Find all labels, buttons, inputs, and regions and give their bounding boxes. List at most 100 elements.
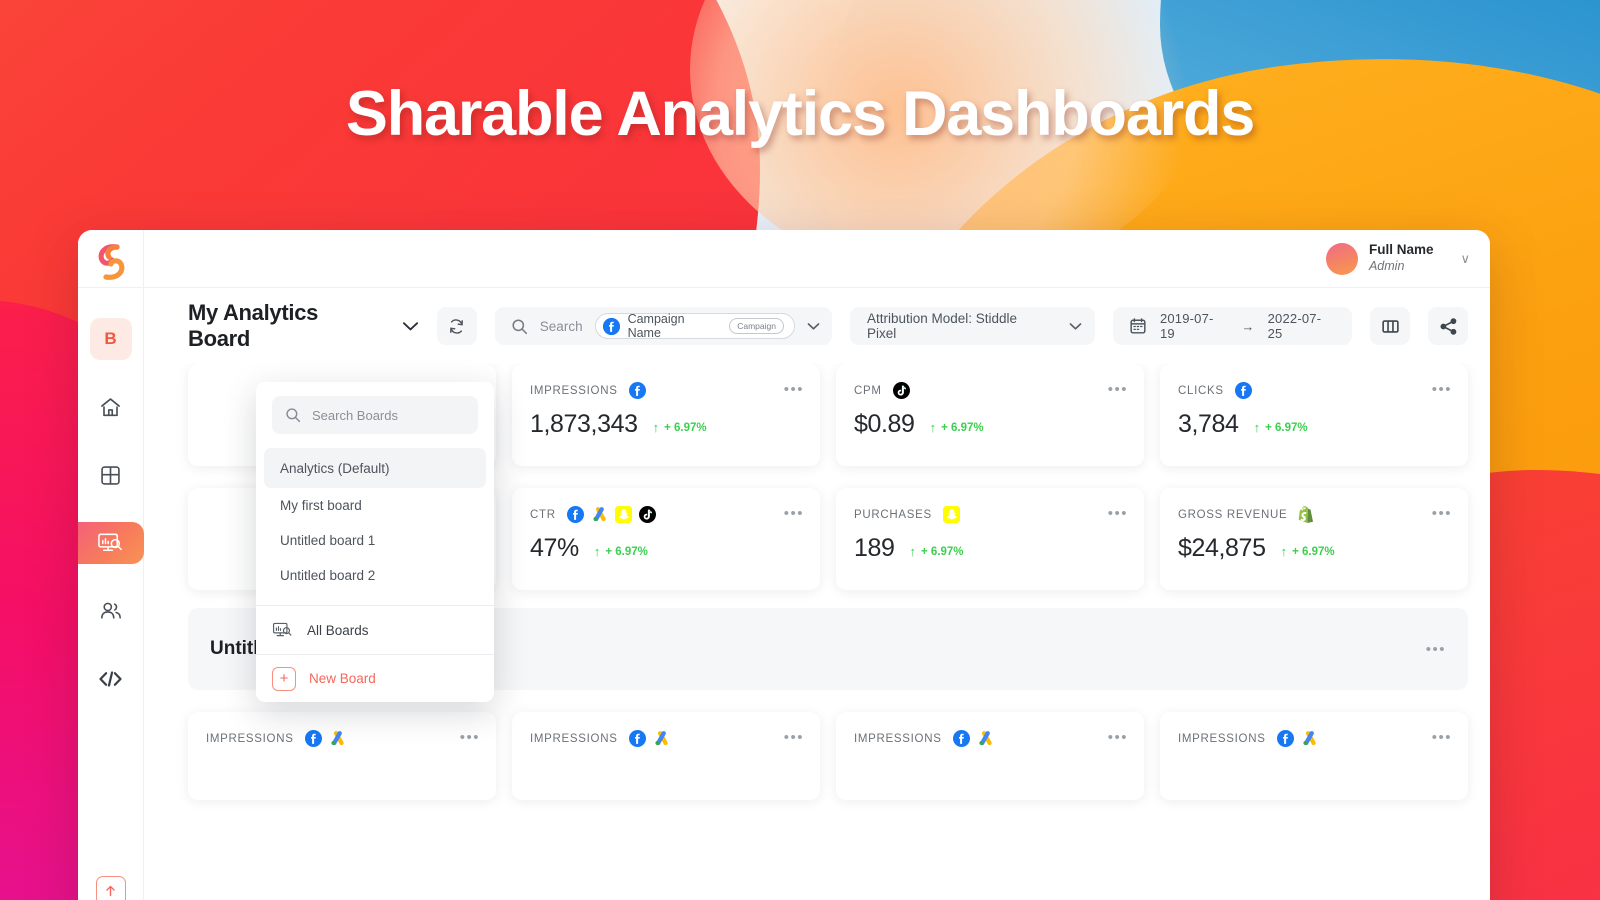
trend-up-arrow-icon: ↑ xyxy=(593,544,601,559)
sidebar-item-analytics[interactable] xyxy=(78,522,144,564)
app-window: B Full Name Admin ∨ My Analytics Board S… xyxy=(78,230,1490,900)
facebook-icon xyxy=(1234,382,1252,399)
kpi-header: IMPRESSIONS xyxy=(530,382,802,399)
board-search-field[interactable]: Search Boards xyxy=(272,396,478,434)
refresh-icon xyxy=(450,318,464,334)
kpi-header: GROSS REVENUE xyxy=(1178,506,1450,523)
chevron-down-icon[interactable]: ∨ xyxy=(1460,251,1470,267)
kpi-label: GROSS REVENUE xyxy=(1178,508,1288,521)
kpi-value: 189 xyxy=(854,534,895,562)
board-title-selector[interactable]: My Analytics Board xyxy=(188,300,419,352)
tiktok-icon xyxy=(638,506,656,523)
kpi-label: IMPRESSIONS xyxy=(206,732,294,745)
sidebar-item-boards[interactable] xyxy=(90,454,132,496)
kpi-platform-icons xyxy=(1276,730,1318,747)
kpi-options-button[interactable]: ••• xyxy=(1108,382,1128,397)
kpi-card[interactable]: IMPRESSIONS ••• xyxy=(836,712,1144,800)
snapchat-icon xyxy=(942,506,960,523)
kpi-platform-icons xyxy=(304,730,346,747)
kpi-delta: ↑ + 6.97% xyxy=(929,420,984,435)
kpi-options-button[interactable]: ••• xyxy=(1432,506,1452,521)
dropdown-item-board[interactable]: Untitled board 2 xyxy=(264,558,486,593)
dropdown-item-board[interactable]: Untitled board 1 xyxy=(264,523,486,558)
kpi-header: IMPRESSIONS xyxy=(1178,730,1450,747)
sidebar-item-workspace-badge[interactable]: B xyxy=(89,318,132,360)
kpi-card[interactable]: IMPRESSIONS 1,873,343 ↑ + 6.97% ••• xyxy=(512,364,820,466)
dropdown-item-selected[interactable]: Analytics (Default) xyxy=(264,448,486,488)
sidebar-item-developers[interactable] xyxy=(90,658,132,700)
kpi-delta: ↑ + 6.97% xyxy=(652,420,707,435)
chevron-down-icon[interactable] xyxy=(402,321,419,332)
kpi-platform-icons xyxy=(892,382,910,399)
kpi-options-button[interactable]: ••• xyxy=(1108,506,1128,521)
kpi-card[interactable]: CTR 47% ↑ + 6.97% ••• xyxy=(512,488,820,590)
kpi-header: IMPRESSIONS xyxy=(854,730,1126,747)
kpi-options-button[interactable]: ••• xyxy=(784,730,804,745)
trend-up-arrow-icon: ↑ xyxy=(929,420,937,435)
search-icon xyxy=(512,318,527,334)
all-boards-label: All Boards xyxy=(307,622,369,638)
facebook-icon xyxy=(952,730,970,747)
trend-up-arrow-icon: ↑ xyxy=(1253,420,1261,435)
kpi-options-button[interactable]: ••• xyxy=(784,506,804,521)
kpi-header: IMPRESSIONS xyxy=(206,730,478,747)
search-filter-group[interactable]: Search Campaign Name Campaign xyxy=(494,307,832,345)
filter-chevron-down-icon[interactable] xyxy=(807,322,820,331)
facebook-icon xyxy=(602,317,620,335)
user-menu[interactable]: Full Name Admin ∨ xyxy=(1325,242,1470,275)
user-name: Full Name xyxy=(1368,242,1434,258)
kpi-card[interactable]: IMPRESSIONS ••• xyxy=(1160,712,1468,800)
shopify-icon xyxy=(1299,506,1314,523)
facebook-icon xyxy=(304,730,322,747)
kpi-card[interactable]: IMPRESSIONS ••• xyxy=(512,712,820,800)
page-title: My Analytics Board xyxy=(188,300,319,351)
search-icon xyxy=(286,408,301,423)
kpi-platform-icons xyxy=(628,730,670,747)
kpi-label: IMPRESSIONS xyxy=(1178,732,1266,745)
kpi-card[interactable]: CPM $0.89 ↑ + 6.97% ••• xyxy=(836,364,1144,466)
kpi-label: IMPRESSIONS xyxy=(530,384,618,397)
kpi-value: $0.89 xyxy=(854,410,915,438)
sidebar-item-home[interactable] xyxy=(90,386,132,428)
sidebar-item-upload[interactable] xyxy=(90,870,132,900)
kpi-platform-icons xyxy=(1298,506,1315,523)
kpi-platform-icons xyxy=(942,506,960,523)
board-toolbar: My Analytics Board Search Campaign Name … xyxy=(144,288,1490,364)
kpi-header: CLICKS xyxy=(1178,382,1450,399)
refresh-button[interactable] xyxy=(436,307,477,345)
date-arrow-icon: → xyxy=(1241,318,1255,334)
grid-layout-icon xyxy=(101,465,120,485)
kpi-options-button[interactable]: ••• xyxy=(1432,382,1452,397)
kpi-header: PURCHASES xyxy=(854,506,1126,523)
attribution-model-select[interactable]: Attribution Model: Stiddle Pixel xyxy=(849,307,1095,345)
date-range-picker[interactable]: 2019-07-19 → 2022-07-25 xyxy=(1112,307,1353,345)
kpi-delta: ↑ + 6.97% xyxy=(909,544,964,559)
kpi-card[interactable]: GROSS REVENUE $24,875 ↑ + 6.97% ••• xyxy=(1160,488,1468,590)
kpi-card[interactable]: CLICKS 3,784 ↑ + 6.97% ••• xyxy=(1160,364,1468,466)
dropdown-all-boards[interactable]: All Boards xyxy=(256,606,494,654)
google-ads-icon xyxy=(330,731,344,746)
columns-button[interactable] xyxy=(1370,307,1411,345)
kpi-value: 3,784 xyxy=(1178,410,1239,438)
board-search-input[interactable]: Search Boards xyxy=(312,408,398,423)
share-button[interactable] xyxy=(1428,307,1469,345)
kpi-options-button[interactable]: ••• xyxy=(460,730,480,745)
board-selector-dropdown: Search Boards Analytics (Default) My fir… xyxy=(256,382,494,702)
section-options-button[interactable]: ••• xyxy=(1426,641,1446,658)
upload-arrow-icon xyxy=(95,876,126,900)
campaign-filter-chip[interactable]: Campaign Name Campaign xyxy=(594,312,795,340)
sidebar-item-audiences[interactable] xyxy=(90,590,132,632)
search-input[interactable]: Search xyxy=(540,319,583,334)
dropdown-new-board[interactable]: + New Board xyxy=(256,654,494,702)
kpi-options-button[interactable]: ••• xyxy=(784,382,804,397)
columns-icon xyxy=(1381,319,1399,333)
kpi-value-row: 47% ↑ + 6.97% xyxy=(530,534,802,563)
app-logo[interactable] xyxy=(78,230,143,288)
kpi-options-button[interactable]: ••• xyxy=(1432,730,1452,745)
chevron-down-icon xyxy=(1069,322,1082,331)
kpi-card[interactable]: IMPRESSIONS ••• xyxy=(188,712,496,800)
sidebar: B xyxy=(78,230,144,900)
kpi-card[interactable]: PURCHASES 189 ↑ + 6.97% ••• xyxy=(836,488,1144,590)
kpi-options-button[interactable]: ••• xyxy=(1108,730,1128,745)
dropdown-item-board[interactable]: My first board xyxy=(264,488,486,523)
